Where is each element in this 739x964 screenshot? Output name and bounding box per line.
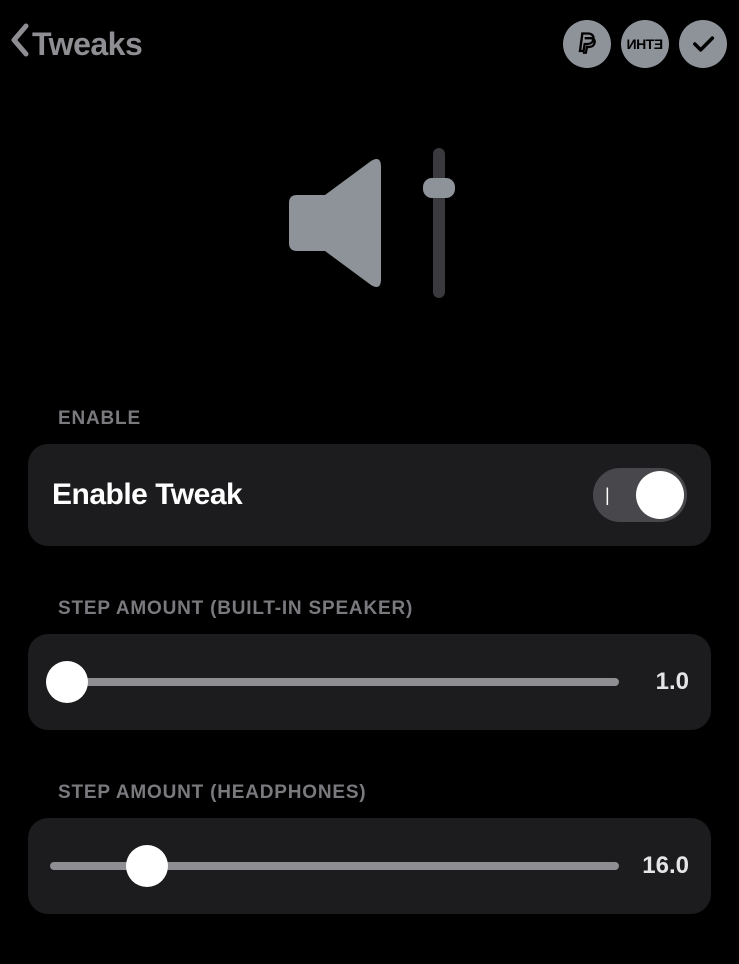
enable-toggle-row: Enable Tweak | — [52, 468, 687, 522]
ethn-icon[interactable]: ETHN — [621, 20, 669, 68]
headphones-slider-thumb — [126, 845, 168, 887]
check-icon[interactable] — [679, 20, 727, 68]
paypal-icon[interactable] — [563, 20, 611, 68]
headphones-slider-card: 16.0 — [28, 818, 711, 914]
enable-toggle[interactable]: | — [593, 468, 687, 522]
back-title: Tweaks — [32, 26, 142, 63]
back-button[interactable]: Tweaks — [8, 22, 142, 67]
speaker-section-header: STEP AMOUNT (BUILT-IN SPEAKER) — [28, 598, 711, 620]
hero-icon-area — [0, 88, 739, 408]
speaker-slider-track — [50, 678, 619, 686]
enable-card: Enable Tweak | — [28, 444, 711, 546]
enable-toggle-label: Enable Tweak — [52, 478, 242, 512]
header-actions: ETHN — [563, 20, 727, 68]
speaker-slider-value: 1.0 — [639, 668, 689, 696]
chevron-left-icon — [8, 22, 30, 67]
header: Tweaks ETHN — [0, 0, 739, 88]
headphones-slider-value: 16.0 — [639, 852, 689, 880]
volume-slider-icon — [281, 138, 459, 308]
enable-section-header: ENABLE — [28, 408, 711, 430]
speaker-slider[interactable] — [50, 664, 619, 700]
headphones-slider[interactable] — [50, 848, 619, 884]
headphones-section-header: STEP AMOUNT (HEADPHONES) — [28, 782, 711, 804]
content: ENABLE Enable Tweak | STEP AMOUNT (BUILT… — [0, 408, 739, 914]
speaker-slider-card: 1.0 — [28, 634, 711, 730]
switch-knob — [636, 471, 684, 519]
speaker-slider-thumb — [46, 661, 88, 703]
switch-on-indicator: | — [605, 485, 610, 506]
